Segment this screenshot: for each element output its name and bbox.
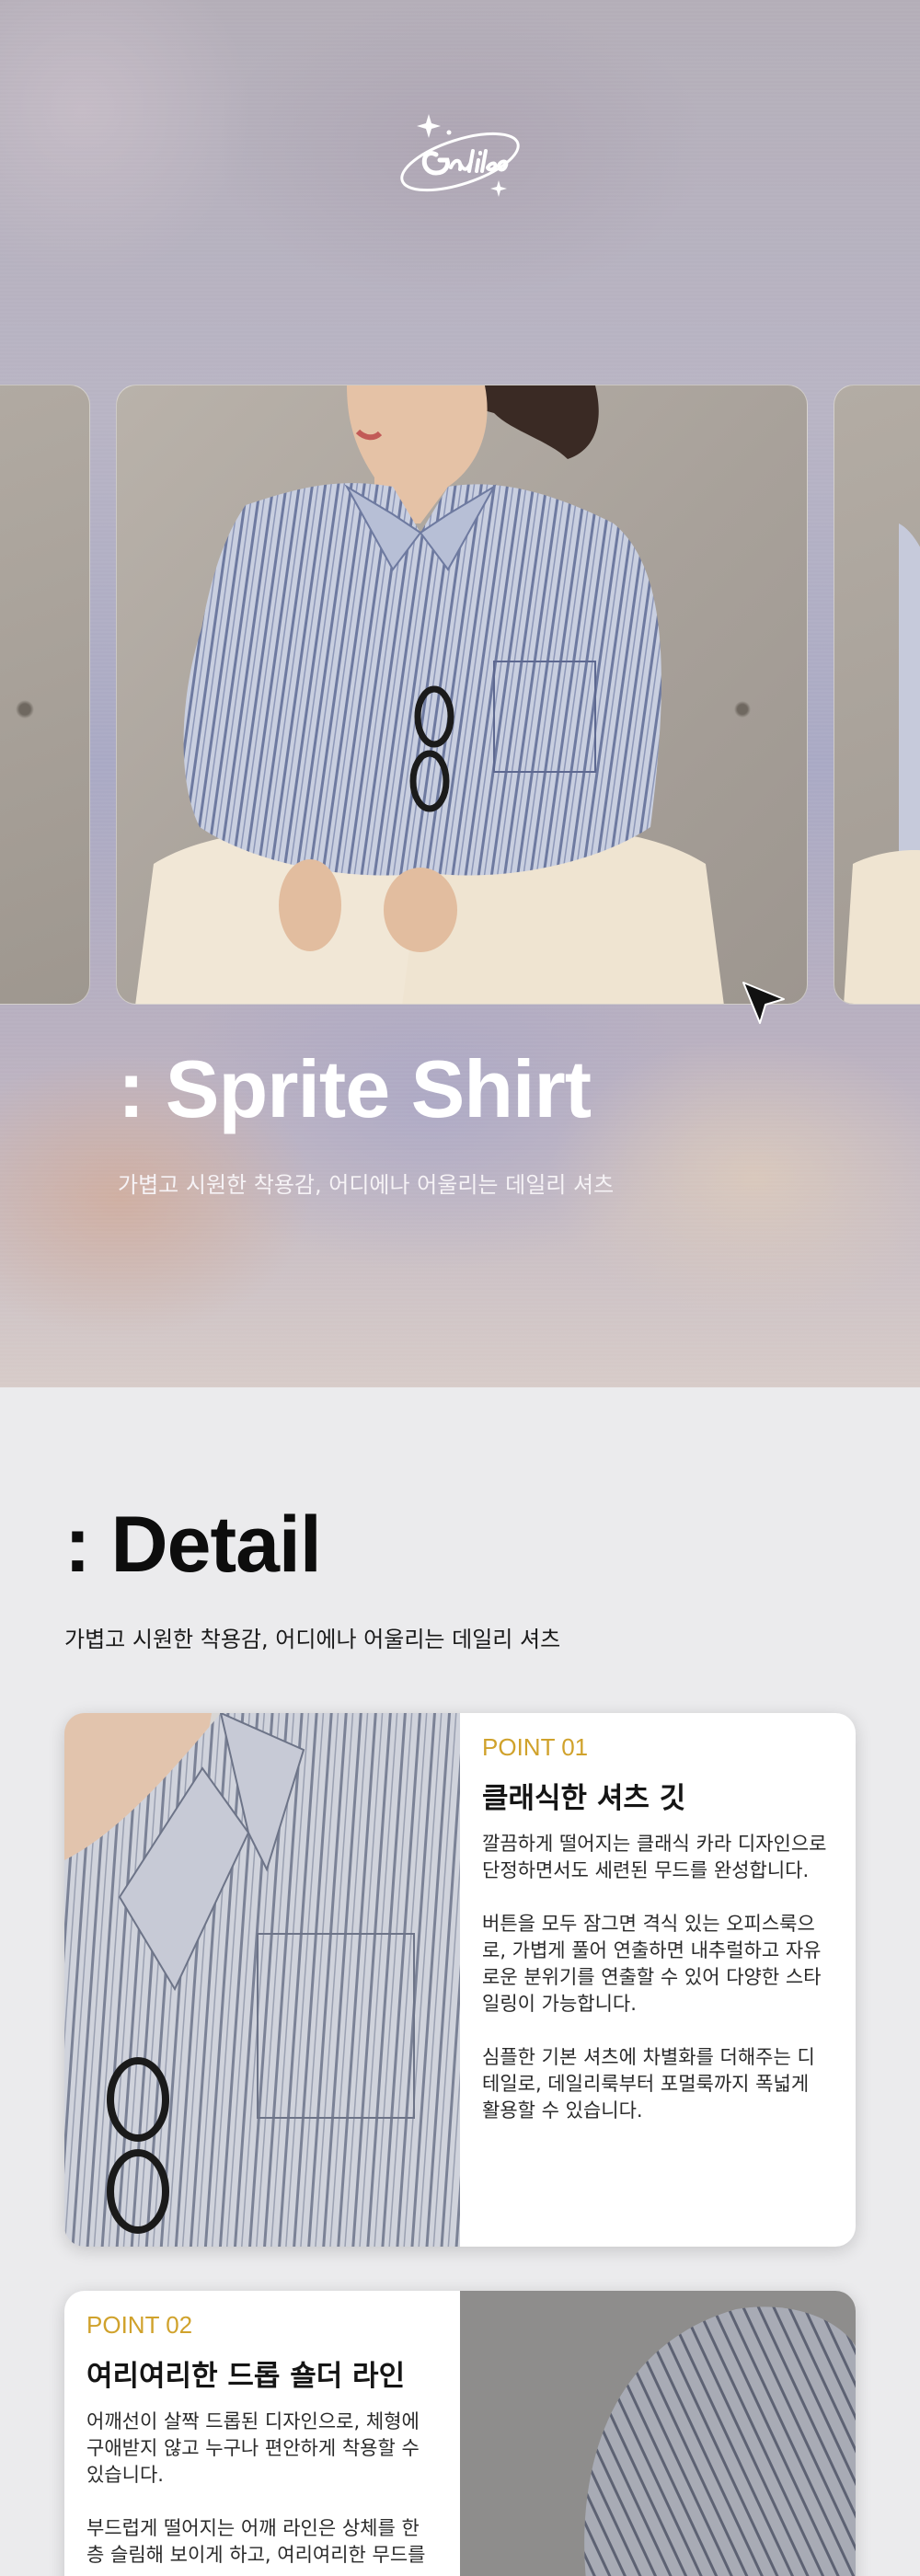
arrow-cursor-icon [742,982,785,1024]
detail-title: : Detail [64,1501,322,1589]
detail-subtitle: 가볍고 시원한 착용감, 어디에나 어울리는 데일리 셔츠 [64,1627,561,1652]
carousel-card-prev[interactable] [0,385,90,1005]
point-paragraph: 깔끔하게 떨어지는 클래식 카라 디자인으로 단정하면서도 세련된 무드를 완성… [482,1833,827,1881]
point-label: POINT 01 [482,1733,589,1761]
point-heading: 클래식한 셔츠 깃 [482,1782,686,1815]
galileo-logo[interactable] [396,101,524,212]
point-paragraph: 어깨선이 살짝 드롭된 디자인으로, 체형에 구애받지 않고 누구나 편안하게 … [86,2410,420,2486]
point-02-photo [460,2291,856,2576]
galileo-logo-icon [400,114,520,197]
next-card-photo [844,523,920,1004]
point-heading: 여리여리한 드롭 숄더 라인 [86,2360,406,2393]
point-paragraph: 심플한 기본 셔츠에 차별화를 더해주는 디테일로, 데일리룩부터 포멀룩까지 … [482,2045,815,2122]
collar-closeup-photo [64,1713,460,2247]
point-01-photo [64,1713,460,2247]
carousel-card-next[interactable] [834,385,920,1005]
product-title: : Sprite Shirt [118,1043,592,1134]
point-02-text: POINT 02 여리여리한 드롭 숄더 라인 어깨선이 살짝 드롭된 디자인으… [64,2291,460,2576]
point-paragraph: 버튼을 모두 잠그면 격식 있는 오피스룩으로, 가볍게 풀어 연출하면 내추럴… [482,1912,822,2015]
carousel-card-active[interactable] [116,385,808,1005]
point-card-02: POINT 02 여리여리한 드롭 숄더 라인 어깨선이 살짝 드롭된 디자인으… [64,2291,856,2576]
point-label: POINT 02 [86,2311,193,2339]
point-card-01: POINT 01 클래식한 셔츠 깃 깔끔하게 떨어지는 클래식 카라 디자인으… [64,1713,856,2247]
shoulder-closeup-photo [460,2291,856,2576]
hero-section: : Sprite Shirt 가볍고 시원한 착용감, 어디에나 어울리는 데일… [0,0,920,1387]
product-subtitle: 가볍고 시원한 착용감, 어디에나 어울리는 데일리 셔츠 [118,1172,615,1198]
model-photo [135,385,724,1004]
point-paragraph: 부드럽게 떨어지는 어깨 라인은 상체를 한층 슬림해 보이게 하고, 여리여리… [86,2516,426,2566]
point-01-text: POINT 01 클래식한 셔츠 깃 깔끔하게 떨어지는 클래식 카라 디자인으… [460,1713,856,2151]
